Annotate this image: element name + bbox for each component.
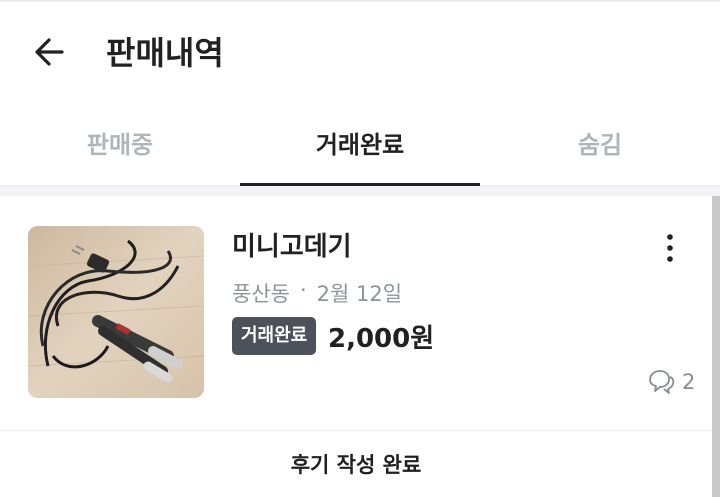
back-button[interactable] bbox=[26, 28, 74, 76]
item-date: 2월 12일 bbox=[316, 282, 403, 306]
meta-separator: · bbox=[299, 278, 307, 302]
arrow-left-icon bbox=[35, 38, 64, 66]
hair-straightener-photo bbox=[28, 226, 204, 398]
item-thumbnail[interactable] bbox=[28, 226, 204, 398]
tab-hidden[interactable]: 숨김 bbox=[480, 100, 720, 185]
chat-bubbles-icon bbox=[649, 370, 675, 394]
item-title[interactable]: 미니고데기 bbox=[232, 226, 352, 263]
section-gap bbox=[0, 186, 720, 196]
item-location: 풍산동 bbox=[232, 282, 290, 306]
more-vertical-icon bbox=[667, 234, 673, 262]
chat-count-value: 2 bbox=[682, 370, 696, 394]
page-title: 판매내역 bbox=[106, 34, 224, 72]
scrollbar[interactable] bbox=[712, 196, 720, 497]
tab-bar: 판매중 거래완료 숨김 bbox=[0, 100, 720, 187]
review-completed-button[interactable]: 후기 작성 완료 bbox=[0, 431, 712, 497]
item-price: 2,000원 bbox=[328, 324, 435, 354]
status-badge: 거래완료 bbox=[232, 317, 317, 355]
item-meta: 풍산동 · 2월 12일 bbox=[232, 278, 402, 308]
sale-item-card[interactable]: 미니고데기 풍산동 · 2월 12일 거래완료 2,000원 2 bbox=[0, 196, 712, 431]
tab-selling[interactable]: 판매중 bbox=[0, 100, 240, 185]
chat-count: 2 bbox=[646, 368, 695, 396]
sales-history-screen: 판매내역 판매중 거래완료 숨김 미니고데기 풍산동 · 2월 12일 거래완료… bbox=[0, 0, 720, 497]
header: 판매내역 bbox=[0, 0, 720, 100]
more-options-button[interactable] bbox=[656, 230, 684, 266]
tab-completed[interactable]: 거래완료 bbox=[240, 100, 480, 187]
